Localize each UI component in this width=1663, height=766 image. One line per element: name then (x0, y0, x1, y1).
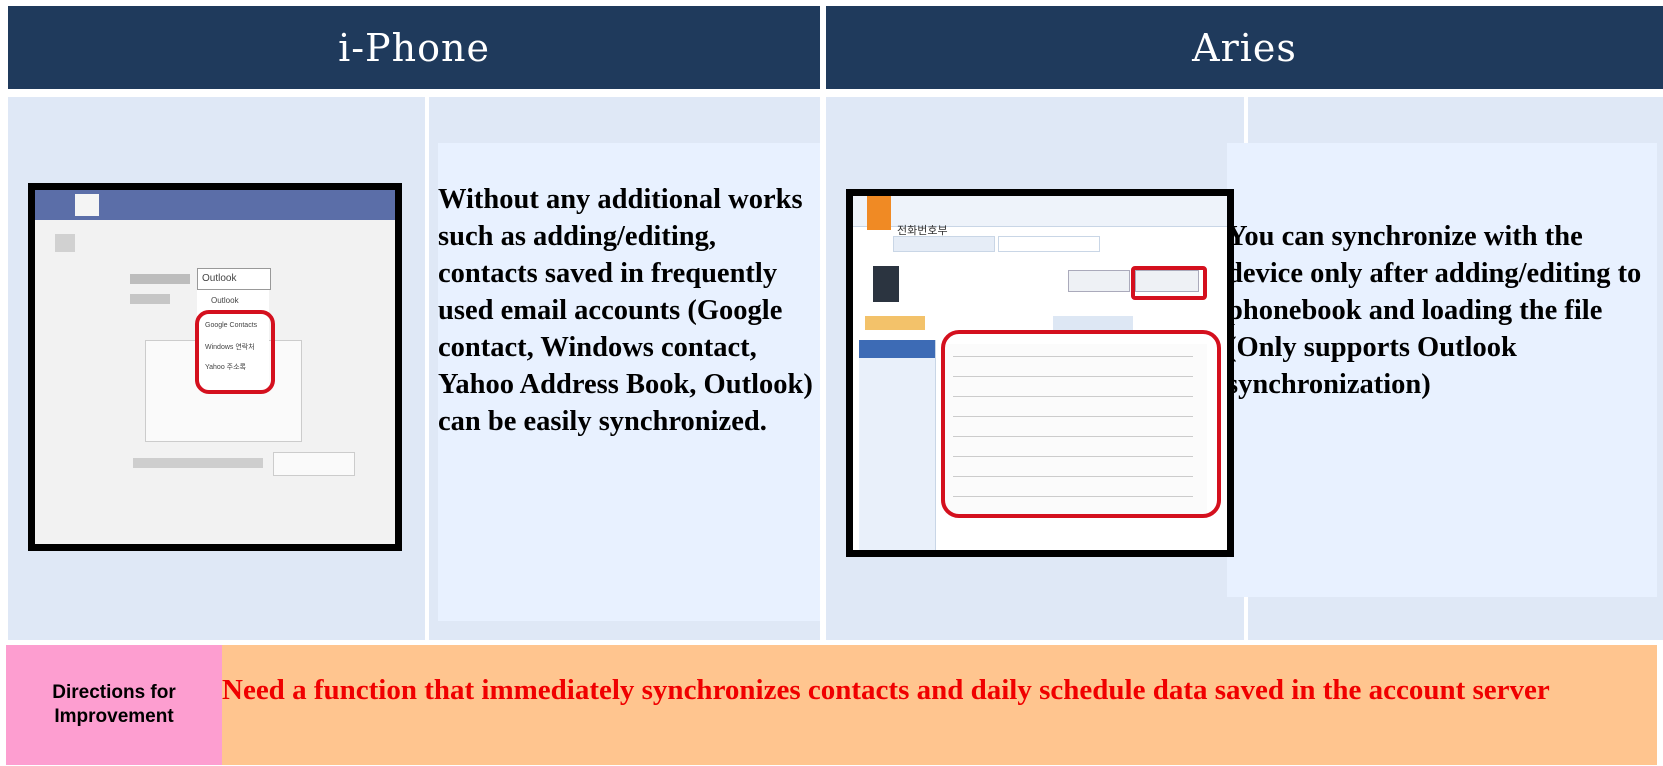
device-icon (873, 266, 899, 302)
aries-phonebook-screenshot: 전화번호부 (846, 189, 1234, 557)
directions-text: Need a function that immediately synchro… (222, 674, 1550, 706)
header-aries: Aries (826, 6, 1663, 89)
iphone-description: Without any additional works such as add… (438, 184, 813, 437)
directions-label: Directions for Improvement (6, 645, 222, 765)
active-tab (75, 194, 99, 216)
phonebook-logo-icon (867, 196, 891, 230)
iphone-settings-screenshot: Outlook Outlook Google Contacts Windows … (28, 183, 402, 551)
aries-description-main: You can synchronize with the device only… (1227, 221, 1642, 326)
load-file-button-highlight (1131, 266, 1207, 300)
contact-list-highlight (941, 330, 1221, 518)
directions-panel: Need a function that immediately synchro… (222, 645, 1657, 765)
header-iphone: i-Phone (8, 6, 820, 89)
settings-tab-bar (35, 190, 395, 220)
aries-description-note: (Only supports Outlook synchronization) (1227, 332, 1517, 400)
aries-description: You can synchronize with the device only… (1227, 218, 1663, 403)
account-dropdown: Outlook (197, 268, 271, 290)
